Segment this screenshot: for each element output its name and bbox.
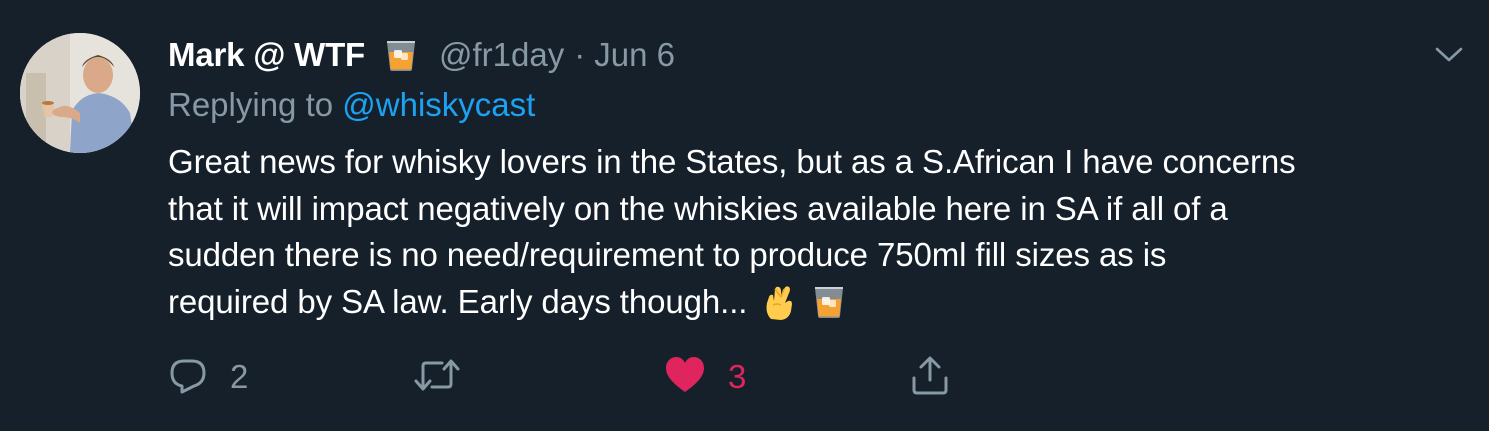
share-icon	[910, 354, 950, 401]
user-handle[interactable]: @fr1day	[439, 36, 564, 74]
reply-icon	[168, 355, 208, 400]
retweet-icon	[412, 355, 462, 400]
retweet-button[interactable]	[412, 354, 484, 400]
tweet-text-line: that it will impact negatively on the wh…	[168, 189, 1228, 227]
tweet-text-line-content: required by SA law. Early days though...	[168, 282, 748, 320]
display-name[interactable]: Mark @ WTF	[168, 36, 365, 74]
chevron-down-icon[interactable]	[1432, 40, 1466, 70]
tweet-text-line: sudden there is no need/requirement to p…	[168, 236, 1167, 273]
separator-dot: ·	[574, 36, 586, 73]
tweet-actions: 2 3	[168, 354, 968, 400]
tumbler-glass-icon	[383, 37, 419, 73]
avatar[interactable]	[20, 33, 140, 153]
tweet-header: Mark @ WTF @fr1day · Jun 6	[168, 34, 675, 76]
tumbler-glass-icon	[811, 283, 847, 321]
crossed-fingers-icon	[761, 283, 797, 321]
reply-button[interactable]: 2	[168, 354, 248, 400]
like-button[interactable]: 3	[664, 354, 746, 400]
tweet-date[interactable]: Jun 6	[594, 36, 675, 74]
tweet-text: Great news for whisky lovers in the Stat…	[168, 139, 1468, 325]
replying-prefix: Replying to	[168, 86, 334, 123]
like-count: 3	[728, 358, 747, 395]
tweet-text-line-last: required by SA law. Early days though...	[168, 279, 1468, 326]
tweet-text-line: Great news for whisky lovers in the Stat…	[168, 143, 1296, 180]
replying-to-mention[interactable]: @whiskycast	[342, 86, 535, 123]
reply-count: 2	[230, 358, 249, 395]
share-button[interactable]	[910, 354, 950, 400]
replying-to-line: Replying to @whiskycast	[168, 86, 535, 124]
heart-icon	[664, 355, 706, 400]
tweet-card[interactable]: Mark @ WTF @fr1day · Jun 6 Replying to @…	[0, 0, 1489, 431]
